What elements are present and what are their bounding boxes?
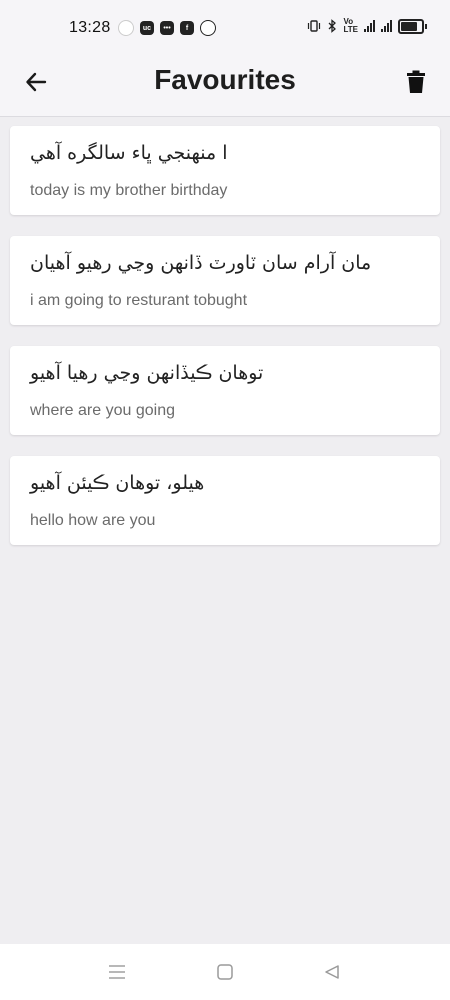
- trash-icon: [407, 70, 425, 93]
- uc-browser-icon: uc: [140, 21, 154, 35]
- recent-apps-button[interactable]: [105, 960, 129, 984]
- page-title: Favourites: [154, 64, 296, 95]
- menu-icon: [109, 965, 125, 979]
- sindhi-text: ا منهنجي ڀاء سالگره آهي: [30, 142, 228, 164]
- favourite-card[interactable]: مان آرام سان ٽاورٽ ڏانهن وڃي رهيو آهيان …: [10, 236, 440, 325]
- favourite-card[interactable]: توهان ڪيڏانهن وڃي رهيا آهيو where are yo…: [10, 346, 440, 435]
- bluetooth-icon: [329, 19, 337, 33]
- english-text: today is my brother birthday: [30, 182, 228, 199]
- flipboard-icon: f: [180, 21, 194, 35]
- system-nav-bar: [0, 944, 450, 1000]
- status-bar: 13:28 uc ••• f Vo LTE: [0, 0, 450, 54]
- sindhi-text: مان آرام سان ٽاورٽ ڏانهن وڃي رهيو آهيان: [30, 252, 372, 274]
- favourite-card[interactable]: ا منهنجي ڀاء سالگره آهي today is my brot…: [10, 126, 440, 215]
- status-time: 13:28: [69, 19, 111, 36]
- favourites-list: ا منهنجي ڀاء سالگره آهي today is my brot…: [10, 126, 440, 566]
- app-bar: Favourites: [0, 54, 450, 117]
- home-square-icon: [217, 964, 233, 980]
- back-triangle-icon: [325, 965, 339, 979]
- favourite-card[interactable]: هيلو، توهان ڪيئن آهيو hello how are you: [10, 456, 440, 545]
- notification-dot-icon: [118, 20, 134, 36]
- status-left-icons: uc ••• f: [118, 20, 216, 36]
- volte-icon: Vo LTE: [343, 17, 358, 34]
- system-back-button[interactable]: [320, 960, 344, 984]
- battery-icon: [398, 18, 427, 34]
- english-text: hello how are you: [30, 512, 156, 529]
- delete-all-button[interactable]: [400, 66, 432, 98]
- vibrate-icon: [308, 20, 321, 32]
- message-icon: •••: [160, 21, 174, 35]
- status-right-icons: Vo LTE: [307, 17, 427, 34]
- signal-icon: [381, 20, 392, 32]
- english-text: where are you going: [30, 402, 175, 419]
- sindhi-text: توهان ڪيڏانهن وڃي رهيا آهيو: [30, 362, 264, 384]
- english-text: i am going to resturant tobught: [30, 292, 248, 309]
- signal-icon: [364, 20, 375, 32]
- home-button[interactable]: [213, 960, 237, 984]
- sindhi-text: هيلو، توهان ڪيئن آهيو: [30, 472, 205, 494]
- spotify-icon: [200, 20, 216, 36]
